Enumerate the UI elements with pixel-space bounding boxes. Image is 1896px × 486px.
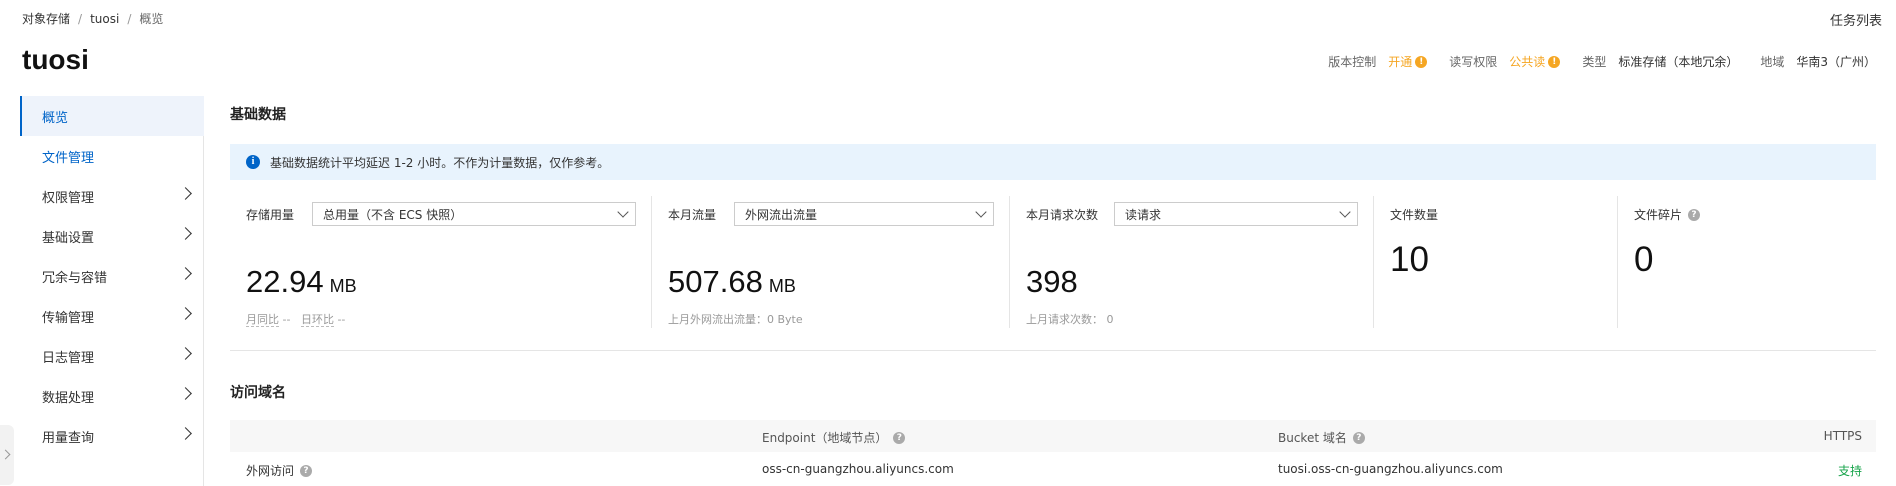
access-domains-title: 访问域名 xyxy=(230,385,286,401)
basic-data-title: 基础数据 xyxy=(230,107,286,123)
breadcrumb: 对象存储 / tuosi / 概览 xyxy=(22,10,163,27)
sidebar-item-data-processing[interactable]: 数据处理 xyxy=(20,376,204,416)
sidebar-item-basic-settings[interactable]: 基础设置 xyxy=(20,216,204,256)
monthly-requests-card: 本月请求次数 读请求 398 上月请求次数： 0 xyxy=(1010,196,1374,328)
file-fragments-value: 0 xyxy=(1634,240,1654,279)
chevron-right-icon xyxy=(179,267,192,280)
file-count-value: 10 xyxy=(1390,240,1429,279)
meta-acl-value[interactable]: 公共读! xyxy=(1509,53,1561,70)
chevron-right-icon xyxy=(179,427,192,440)
meta-type-label: 类型 xyxy=(1582,55,1607,69)
top-bar: 对象存储 / tuosi / 概览 任务列表 xyxy=(0,0,1896,36)
chevron-right-icon xyxy=(179,387,192,400)
meta-version-label: 版本控制 xyxy=(1328,55,1377,69)
endpoint-column-header: Endpoint（地域节点）? xyxy=(762,429,906,446)
sidebar-item-label: 基础设置 xyxy=(42,230,95,246)
meta-region-value: 华南3（广州） xyxy=(1796,55,1876,69)
sidebar-item-label: 概览 xyxy=(42,110,69,126)
breadcrumb-separator: / xyxy=(78,11,83,26)
chevron-down-icon xyxy=(1339,206,1351,218)
monthly-traffic-card: 本月流量 外网流出流量 507.68 MB 上月外网流出流量：0 Byte xyxy=(652,196,1010,328)
help-icon[interactable]: ? xyxy=(300,464,313,477)
info-icon: i xyxy=(246,155,260,169)
meta-region: 地域 华南3（广州） xyxy=(1760,53,1876,70)
warning-icon: ! xyxy=(1548,55,1561,68)
sidebar-item-label: 冗余与容错 xyxy=(42,270,108,286)
meta-version-value[interactable]: 开通! xyxy=(1388,53,1428,70)
monthly-requests-label: 本月请求次数 xyxy=(1026,208,1099,222)
chevron-right-icon xyxy=(179,227,192,240)
sidebar-item-label: 文件管理 xyxy=(42,150,95,166)
sidebar-item-label: 传输管理 xyxy=(42,310,95,326)
last-month-traffic: 上月外网流出流量：0 Byte xyxy=(668,313,803,326)
https-column-header: HTTPS xyxy=(1823,429,1862,443)
meta-type-value: 标准存储（本地冗余） xyxy=(1618,55,1739,69)
help-icon[interactable]: ? xyxy=(1352,431,1365,444)
meta-version: 版本控制 开通! xyxy=(1328,53,1428,70)
info-banner-text: 基础数据统计平均延迟 1-2 小时。不作为计量数据，仅作参考。 xyxy=(270,155,610,170)
file-fragments-label: 文件碎片? xyxy=(1634,206,1701,223)
help-icon[interactable]: ? xyxy=(893,431,906,444)
chevron-right-icon xyxy=(179,347,192,360)
bucket-meta: 版本控制 开通! 读写权限 公共读! 类型 标准存储（本地冗余） 地域 华南3（… xyxy=(1306,53,1876,70)
sidebar-item-overview[interactable]: 概览 xyxy=(20,96,204,136)
section-divider xyxy=(230,350,1876,351)
row-name: 外网访问? xyxy=(246,462,313,479)
info-banner: i 基础数据统计平均延迟 1-2 小时。不作为计量数据，仅作参考。 xyxy=(230,144,1876,180)
monthly-traffic-value: 507.68 MB xyxy=(668,264,796,299)
warning-icon: ! xyxy=(1415,55,1428,68)
sidebar-item-permissions[interactable]: 权限管理 xyxy=(20,176,204,216)
storage-usage-compare: 月同比 -- 日环比 -- xyxy=(246,313,346,327)
meta-type: 类型 标准存储（本地冗余） xyxy=(1582,53,1738,70)
sidebar-item-label: 用量查询 xyxy=(42,430,95,446)
sidebar-item-logs[interactable]: 日志管理 xyxy=(20,336,204,376)
breadcrumb-bucket-link[interactable]: tuosi xyxy=(90,12,119,26)
storage-usage-card: 存储用量 总用量（不含 ECS 快照） 22.94 MB 月同比 -- 日环比 -… xyxy=(230,196,652,328)
sidebar-item-usage[interactable]: 用量查询 xyxy=(20,416,204,456)
table-row: 外网访问? oss-cn-guangzhou.aliyuncs.com tuos… xyxy=(230,452,1876,486)
help-icon[interactable]: ? xyxy=(1688,208,1701,221)
request-type-select[interactable]: 读请求 xyxy=(1114,202,1358,226)
chevron-right-icon xyxy=(179,187,192,200)
storage-usage-label: 存储用量 xyxy=(246,208,295,222)
sidebar: 概览 文件管理 权限管理 基础设置 冗余与容错 传输管理 日志管理 数据处理 用… xyxy=(20,96,204,486)
sidebar-item-label: 权限管理 xyxy=(42,190,95,206)
storage-usage-value: 22.94 MB xyxy=(246,264,357,299)
page-title: tuosi xyxy=(22,44,89,75)
row-https-status: 支持 xyxy=(1837,464,1862,478)
monthly-requests-value: 398 xyxy=(1026,264,1078,299)
meta-acl-label: 读写权限 xyxy=(1449,55,1498,69)
traffic-type-select[interactable]: 外网流出流量 xyxy=(734,202,994,226)
chevron-down-icon xyxy=(617,206,629,218)
sidebar-item-label: 数据处理 xyxy=(42,390,95,406)
sidebar-item-redundancy[interactable]: 冗余与容错 xyxy=(20,256,204,296)
sidebar-item-transfer[interactable]: 传输管理 xyxy=(20,296,204,336)
file-count-label: 文件数量 xyxy=(1390,208,1439,222)
breadcrumb-current: 概览 xyxy=(139,12,164,26)
sidebar-expand-handle[interactable] xyxy=(0,425,14,485)
sidebar-item-files[interactable]: 文件管理 xyxy=(20,136,204,176)
storage-usage-select[interactable]: 总用量（不含 ECS 快照） xyxy=(312,202,636,226)
row-endpoint: oss-cn-guangzhou.aliyuncs.com xyxy=(762,462,954,476)
chevron-down-icon xyxy=(975,206,987,218)
monthly-traffic-label: 本月流量 xyxy=(668,208,717,222)
meta-acl: 读写权限 公共读! xyxy=(1449,53,1561,70)
task-list-link[interactable]: 任务列表 xyxy=(1830,10,1882,29)
table-header: Endpoint（地域节点）? Bucket 域名? HTTPS xyxy=(230,420,1876,452)
file-fragments-card: 文件碎片? 0 xyxy=(1618,196,1876,328)
breadcrumb-separator: / xyxy=(127,11,132,26)
row-bucket-domain: tuosi.oss-cn-guangzhou.aliyuncs.com xyxy=(1278,462,1503,476)
file-count-card: 文件数量 10 xyxy=(1374,196,1618,328)
breadcrumb-root-link[interactable]: 对象存储 xyxy=(22,10,70,27)
chevron-right-icon xyxy=(179,307,192,320)
sidebar-item-label: 日志管理 xyxy=(42,350,95,366)
meta-region-label: 地域 xyxy=(1760,55,1785,69)
bucket-domain-column-header: Bucket 域名? xyxy=(1278,429,1365,446)
last-month-requests: 上月请求次数： 0 xyxy=(1026,313,1114,326)
